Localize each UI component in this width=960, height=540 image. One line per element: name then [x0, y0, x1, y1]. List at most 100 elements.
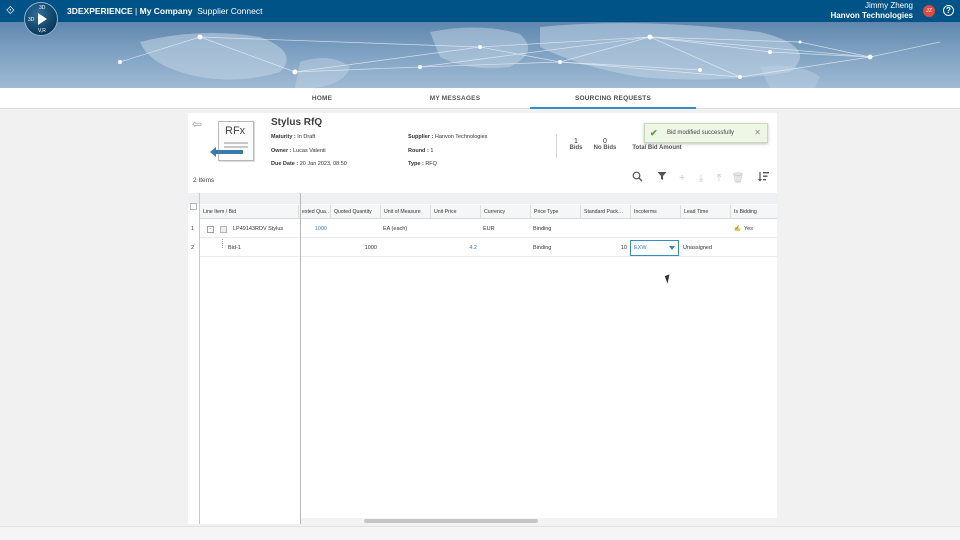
success-check-icon: ✔	[650, 128, 658, 138]
unit-price[interactable]: 4.2	[430, 239, 480, 257]
incoterms-selected: EXW	[634, 245, 647, 251]
currency	[480, 239, 530, 257]
incoterms-select[interactable]: EXW	[630, 240, 679, 256]
filter-icon[interactable]	[654, 171, 670, 187]
line-item-name[interactable]: LP49143RDV Stylus	[230, 220, 300, 238]
bottom-bar	[0, 526, 960, 540]
brand-product: 3DEXPERIENCE	[67, 6, 133, 16]
quoted-qty[interactable]	[330, 220, 380, 238]
world-map-graphic	[118, 23, 941, 88]
row-number-divider	[199, 193, 200, 524]
quoted-qty[interactable]: 1000	[330, 239, 380, 257]
round-field: Round : 1	[408, 148, 433, 154]
is-bidding[interactable]: Yes	[741, 220, 776, 238]
tab-home[interactable]: HOME	[262, 88, 382, 109]
success-toast: ✔ Bid modified successfully ✕	[644, 123, 768, 143]
round-label: Round :	[408, 148, 429, 154]
standard-pack[interactable]: 10	[580, 239, 630, 257]
search-icon[interactable]	[629, 171, 645, 187]
delete-icon[interactable]: 🗑	[730, 171, 746, 187]
scrollbar-thumb[interactable]	[364, 519, 538, 523]
currency: EUR	[483, 226, 495, 232]
standard-pack[interactable]	[580, 220, 630, 238]
assign-icon[interactable]: ⤓	[693, 171, 709, 187]
col-is-bidding[interactable]: Is Bidding	[730, 205, 777, 219]
no-bids-stat: 0 No Bids	[591, 138, 619, 151]
total-bid-amount-label: Total Bid Amount	[632, 145, 682, 151]
uom	[380, 239, 430, 257]
table-row[interactable]: Bid-1 1000 4.2 Binding 10 EXW Unassigned	[200, 239, 777, 257]
col-currency[interactable]: Currency	[480, 205, 530, 219]
toast-message: Bid modified successfully	[667, 130, 735, 136]
user-company[interactable]: Hanvon Technologies	[830, 11, 913, 20]
3ds-logo-icon[interactable]: ⟐	[6, 4, 18, 18]
supplier-field: Supplier : Hanvon Technologies	[408, 134, 487, 140]
grid-group-header	[188, 193, 777, 204]
brand-title: 3DEXPERIENCE | My Company Supplier Conne…	[67, 5, 262, 17]
table-row[interactable]: - LP49143RDV Stylus 1000 EA (each) EUR B…	[200, 220, 777, 238]
bidding-hand-icon: ✍	[734, 226, 741, 232]
compass-top-label: 3D	[39, 5, 46, 11]
rfx-arrowhead	[210, 147, 216, 157]
compass-bottom-label: V,R	[38, 28, 46, 34]
collapse-icon[interactable]: -	[207, 226, 214, 233]
col-uom[interactable]: Unit of Measure	[380, 205, 430, 219]
type-label: Type :	[408, 161, 424, 167]
maturity-label: Maturity :	[271, 134, 296, 140]
price-type: Binding	[533, 245, 552, 251]
col-price-type[interactable]: Price Type	[530, 205, 580, 219]
is-bidding[interactable]	[741, 239, 776, 257]
compass-play-icon	[38, 13, 47, 25]
unit-price[interactable]	[430, 220, 480, 238]
stats-divider	[556, 134, 557, 158]
col-unit-price[interactable]: Unit Price	[430, 205, 480, 219]
compass-left-label: 3D	[28, 17, 35, 23]
due-date-label: Due Date :	[271, 161, 299, 167]
toast-close-icon[interactable]: ✕	[754, 124, 761, 142]
col-line-item[interactable]: Line Item / Bid	[200, 205, 300, 219]
world-network-banner	[0, 22, 960, 88]
requested-qty	[298, 239, 330, 257]
lead-time[interactable]	[680, 220, 730, 238]
price-type: Binding	[533, 226, 552, 232]
bid-name[interactable]: Bid-1	[225, 239, 295, 257]
back-arrow-icon[interactable]: ⇦	[192, 117, 202, 131]
horizontal-scrollbar[interactable]	[301, 518, 777, 524]
tree-connector	[222, 239, 223, 248]
col-incoterms[interactable]: Incoterms	[630, 205, 680, 219]
user-name[interactable]: Jimmy Zheng	[865, 1, 913, 10]
round-value: 1	[430, 148, 434, 154]
help-icon[interactable]: ?	[943, 5, 954, 16]
avatar[interactable]: JZ	[923, 5, 935, 17]
rfx-arrow-bar	[213, 150, 243, 154]
maturity-field: Maturity : In Draft	[271, 134, 315, 140]
rfx-line-2	[224, 146, 248, 148]
incoterms[interactable]	[630, 220, 680, 238]
tab-sourcing-requests[interactable]: SOURCING REQUESTS	[530, 88, 696, 109]
select-all-checkbox[interactable]	[190, 203, 197, 210]
top-bar: ⟐ 3DEXPERIENCE | My Company Supplier Con…	[0, 0, 960, 22]
compass-icon[interactable]: 3D 3D V,R	[24, 2, 58, 36]
type-field: Type : RFQ	[408, 161, 437, 167]
unassign-icon[interactable]: ⤒	[711, 171, 727, 187]
row-number: 1	[191, 226, 195, 232]
uom: EA (each)	[383, 226, 408, 232]
col-lead-time[interactable]: Lead Time	[680, 205, 730, 219]
sort-icon[interactable]	[755, 171, 771, 187]
type-value: RFQ	[425, 161, 437, 167]
rfq-title: Stylus RfQ	[271, 117, 323, 128]
row-number: 2	[191, 245, 195, 251]
frozen-column-divider[interactable]	[300, 193, 301, 524]
supplier-label: Supplier :	[408, 134, 434, 140]
col-requested-qty[interactable]: ested Qua…	[298, 205, 330, 219]
tab-my-messages[interactable]: MY MESSAGES	[395, 88, 515, 109]
add-icon[interactable]: +	[674, 171, 690, 187]
bids-count: 1	[574, 138, 578, 145]
chevron-down-icon[interactable]	[669, 246, 675, 250]
rfx-icon-text: RFx	[225, 125, 246, 137]
lead-time[interactable]: Unassigned	[680, 239, 730, 257]
line-item-icon	[220, 226, 227, 233]
col-standard-pack[interactable]: Standard Pack…	[580, 205, 630, 219]
col-quoted-qty[interactable]: Quoted Quantity	[330, 205, 380, 219]
due-date-field: Due Date : 20 Jan 2023, 08:50	[271, 161, 347, 167]
